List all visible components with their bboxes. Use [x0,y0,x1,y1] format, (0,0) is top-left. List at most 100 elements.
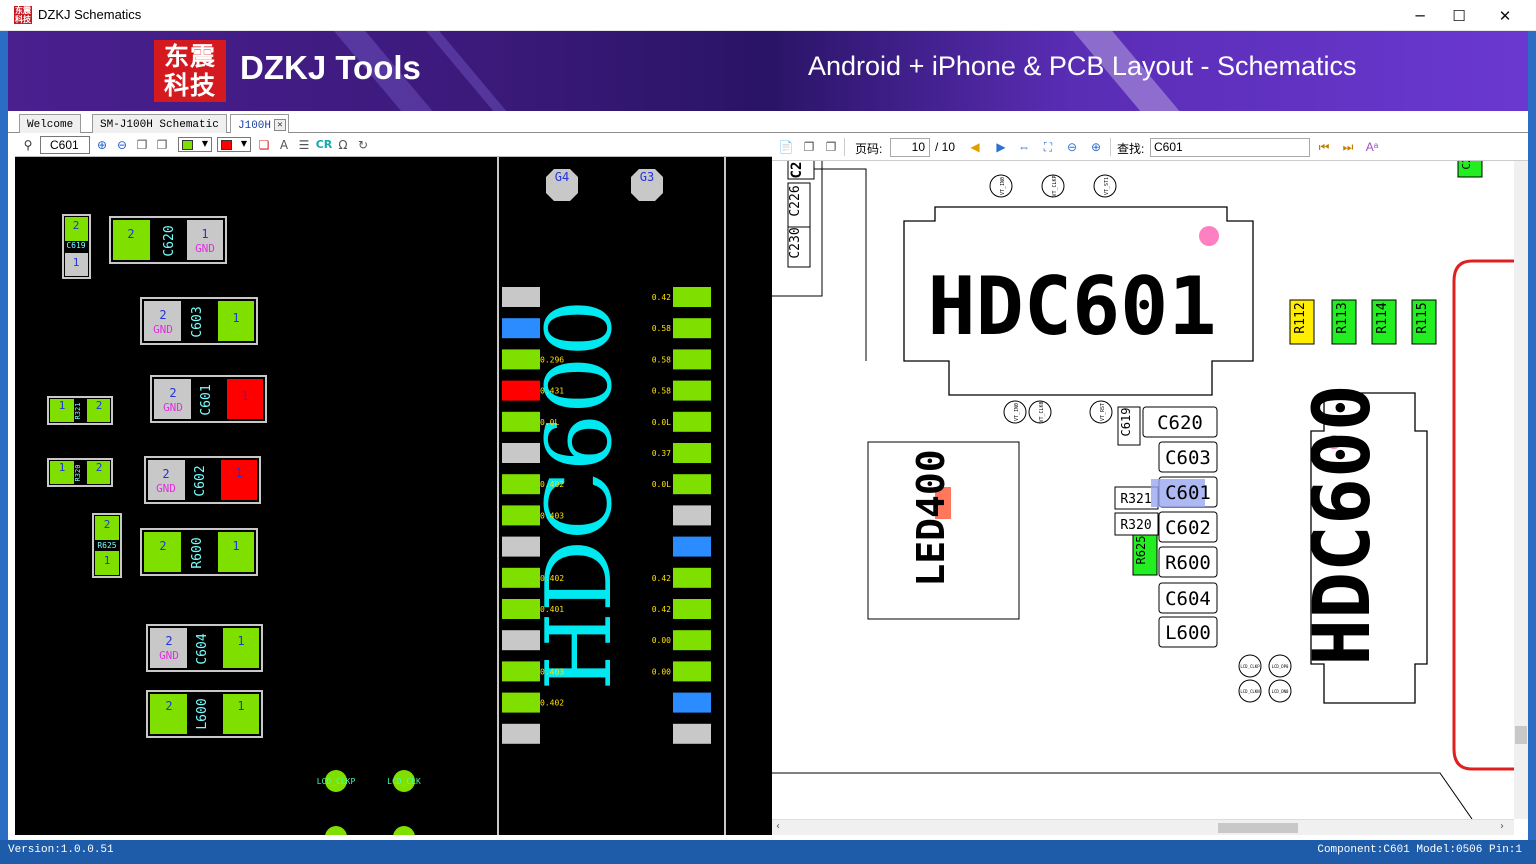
tab-welcome[interactable]: Welcome [19,114,82,133]
connector-pin[interactable] [502,630,540,651]
test-point-lcd-clkp[interactable]: LCD_CLKP [317,770,356,792]
zoom-in-icon[interactable]: ⊕ [94,137,110,153]
test-point[interactable] [325,826,347,835]
connector-pin[interactable] [502,380,540,401]
connector-pin[interactable] [502,692,540,713]
part-l600[interactable]: L600 [1158,616,1218,648]
component-c601[interactable]: 2 GND 1 C601 [150,375,267,423]
connector-pin[interactable] [673,380,711,401]
part-r320[interactable]: R320 [1114,512,1159,536]
part-c619[interactable]: C619 [1117,406,1141,446]
connector-pin[interactable] [502,474,540,495]
zoom-in-icon[interactable]: ⊕ [1088,139,1104,155]
part-c604[interactable]: C604 [1158,582,1218,614]
part-c2-right[interactable]: C2 [1457,161,1483,178]
connector-pin[interactable] [502,567,540,588]
scroll-left-icon[interactable]: ‹ [776,821,780,832]
part-r112[interactable]: R112 [1289,299,1315,345]
copy-icon[interactable]: ❐ [801,139,817,155]
connector-pin[interactable] [502,287,540,307]
connector-pin[interactable] [673,723,711,744]
connector-pin[interactable] [673,443,711,463]
part-r114[interactable]: R114 [1371,299,1397,345]
connector-pin[interactable] [673,318,711,339]
connector-pin[interactable] [502,318,540,339]
part-c226[interactable]: C226 [787,182,811,228]
part-r600[interactable]: R600 [1158,546,1218,578]
component-c620[interactable]: 2 1 GND C620 [109,216,227,264]
tab-layout[interactable]: J100H ✕ [230,114,290,133]
fit-width-icon[interactable]: ⇔ [1016,139,1032,155]
connector-pin[interactable] [673,630,711,651]
component-r625[interactable]: 2 R625 1 [92,513,122,578]
part-r625[interactable]: R625 [1132,534,1158,576]
search-icon[interactable]: ⚲ [20,137,36,153]
connector-pin[interactable] [502,661,540,682]
part-r115[interactable]: R115 [1411,299,1437,345]
part-c620[interactable]: C620 [1142,406,1218,438]
close-button[interactable]: ✕ [1482,0,1528,31]
component-c603[interactable]: 2 GND 1 C603 [140,297,258,345]
part-r113[interactable]: R113 [1331,299,1357,345]
text-icon[interactable]: A [276,137,292,153]
part-led400[interactable]: LED400 [867,441,1020,620]
connector-pin[interactable] [673,599,711,619]
component-search-input[interactable]: C601 [40,136,90,154]
open-icon[interactable]: 📄 [778,139,794,155]
connector-pin[interactable] [673,411,711,432]
connector-pin[interactable] [502,411,540,432]
connector-pin[interactable] [673,505,711,526]
find-prev-icon[interactable]: ⏮ [1316,139,1332,155]
connector-pin[interactable] [502,599,540,619]
page-number-input[interactable]: 10 [890,138,930,157]
connector-pin[interactable] [502,536,540,557]
horizontal-scrollbar[interactable]: ‹ › [772,819,1514,835]
tab-close-icon[interactable]: ✕ [274,119,287,131]
layout-canvas[interactable]: 2 C619 1 2 1 GND C620 2 GND 1 C603 2 GND… [15,157,772,835]
paste-icon[interactable]: ❐ [823,139,839,155]
find-input[interactable]: C601 [1150,138,1310,157]
text-size-icon[interactable]: Aᵃ [1364,139,1380,155]
component-r320[interactable]: 1 2 R320 [47,458,113,487]
connector-hdc601[interactable]: HDC601 [903,206,1254,396]
connector-pin[interactable] [502,443,540,463]
find-next-icon[interactable]: ⏭ [1340,139,1356,155]
component-c602[interactable]: 2 GND 1 C602 [144,456,261,504]
connector-hdc600[interactable]: G4 G3 HDC600 0.2960.4310.0L0.4020.4030.4… [497,157,726,835]
highlight-color-select[interactable]: ▼ [217,137,251,152]
pcb-layout-view[interactable]: ⚲ C601 ⊕ ⊖ ❐ ❐ ▼ ▼ ❏ A ☰ CR Ω ↻ 2 C619 1 [15,133,772,835]
test-point[interactable] [393,826,415,835]
paste-icon[interactable]: ❐ [154,137,170,153]
component-r600[interactable]: 2 1 R600 [140,528,258,576]
connector-pin[interactable] [673,692,711,713]
part-c601[interactable]: C601 [1151,476,1218,508]
part-c230[interactable]: C230 [787,226,811,268]
ohm-icon[interactable]: Ω [335,137,351,153]
connector-pin[interactable] [673,287,711,307]
part-c602[interactable]: C602 [1158,511,1218,543]
pdf-schematic-view[interactable]: 📄 ❐ ❐ 页码: 10 / 10 ◀ ▶ ⇔ ⛶ ⊖ ⊕ 查找: C601 ⏮… [772,133,1528,835]
component-r321[interactable]: 1 2 R321 [47,396,113,425]
prev-page-icon[interactable]: ◀ [967,139,983,155]
connector-pin[interactable] [502,505,540,526]
scroll-thumb[interactable] [1218,823,1298,833]
copy-icon[interactable]: ❐ [134,137,150,153]
schematic-canvas[interactable]: C2 C226 C230 VT_IN0 VT_CLKP VT_ST1 HDC60… [772,161,1514,819]
connector-pin[interactable] [502,723,540,744]
connector-pin[interactable] [673,349,711,370]
test-point-lcd-clk[interactable]: LCD_CLK [387,770,421,792]
connector-pin[interactable] [673,661,711,682]
part-c603[interactable]: C603 [1158,441,1218,473]
layers-icon[interactable]: ❏ [256,137,272,153]
fit-page-icon[interactable]: ⛶ [1040,139,1056,155]
connector-pin[interactable] [502,349,540,370]
zoom-out-icon[interactable]: ⊖ [114,137,130,153]
connector-hdc600-pdf[interactable]: HDC600 [1298,384,1428,704]
next-page-icon[interactable]: ▶ [993,139,1009,155]
pad-color-select[interactable]: ▼ [178,137,212,152]
zoom-out-icon[interactable]: ⊖ [1064,139,1080,155]
part-c2[interactable]: C2 [787,161,815,180]
list-icon[interactable]: ☰ [296,137,312,153]
tab-schematic[interactable]: SM-J100H Schematic [92,114,227,133]
connector-pin[interactable] [673,536,711,557]
